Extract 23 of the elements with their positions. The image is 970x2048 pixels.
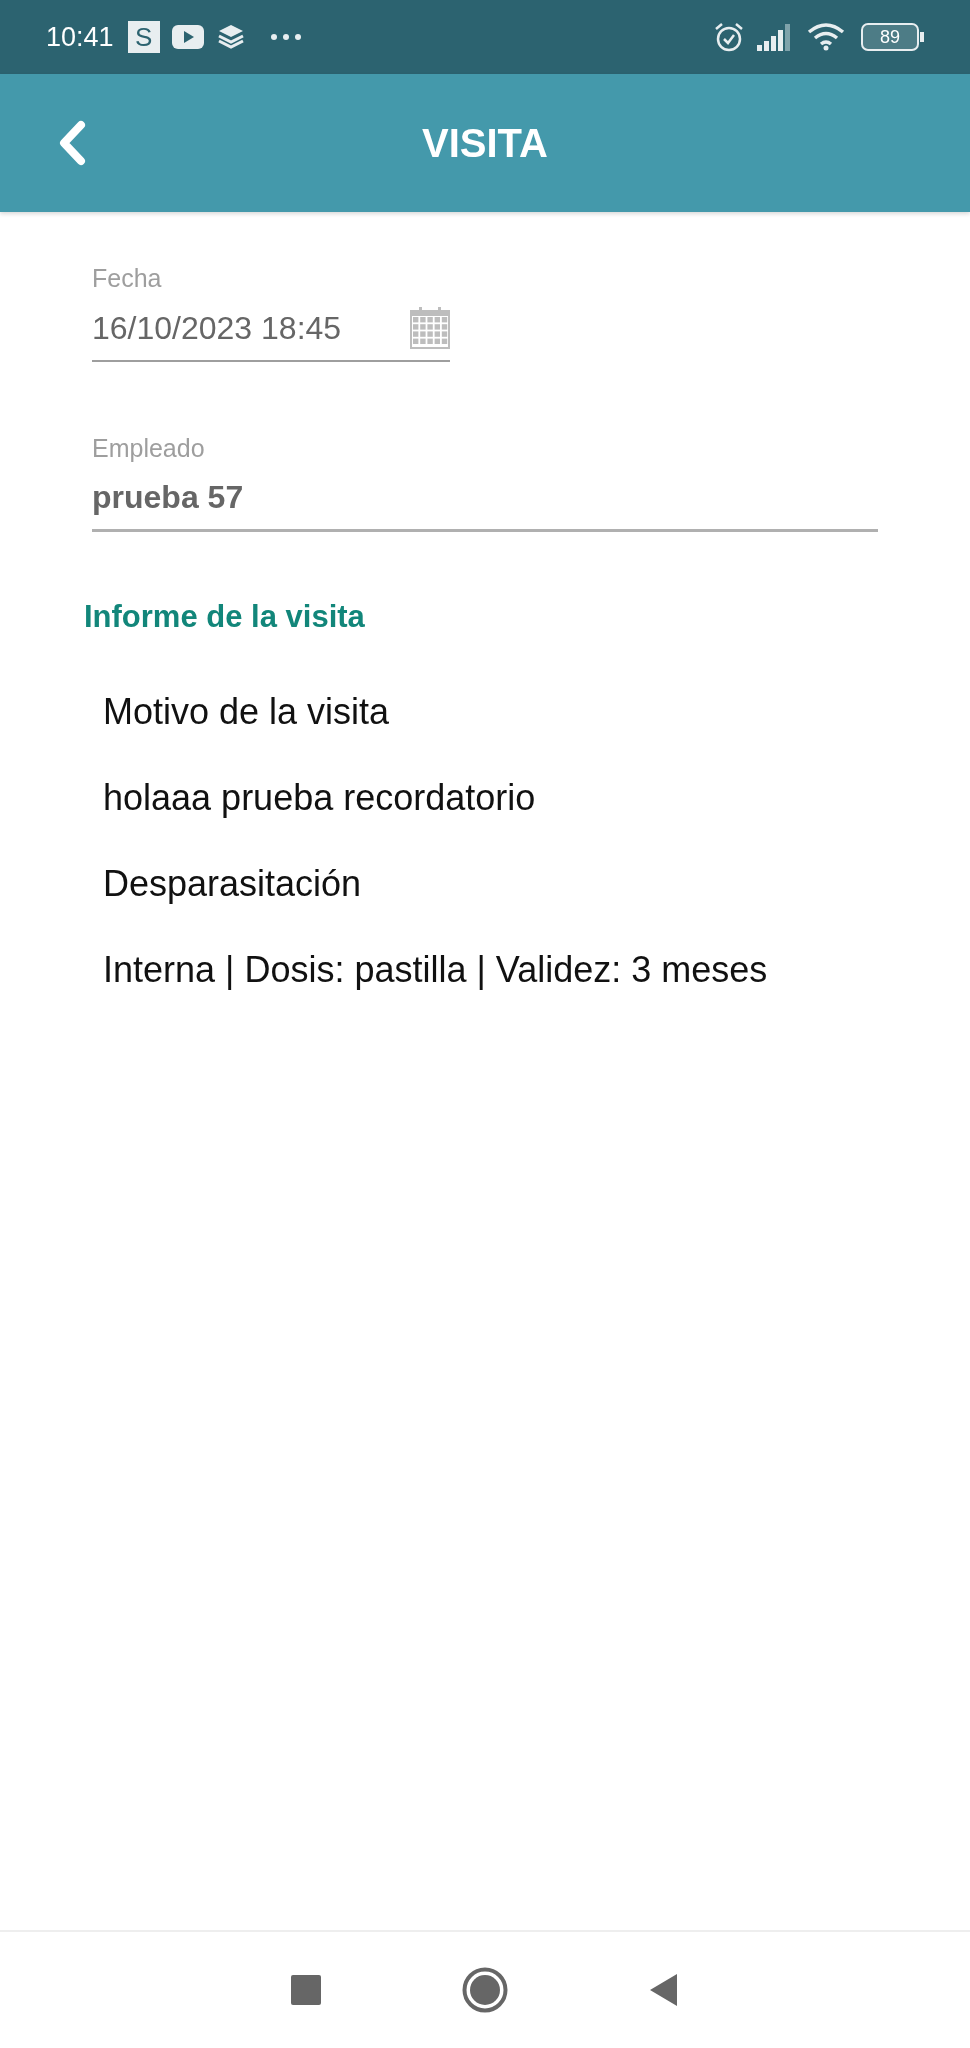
field-label: Empleado [92, 432, 206, 464]
report-line: Interna | Dosis: pastilla | Validez: 3 meses [102, 947, 769, 992]
home-icon[interactable] [462, 1967, 508, 2013]
back-icon [57, 120, 87, 166]
date-field[interactable]: 16/10/2023 18:45 [92, 303, 450, 362]
play-icon [171, 25, 204, 49]
app-notification-icon: S [127, 21, 160, 53]
back-nav-icon[interactable] [649, 1973, 680, 2007]
text-field[interactable]: prueba 57 [92, 473, 878, 532]
field-label: Fecha [92, 263, 163, 294]
more-icon [269, 33, 302, 41]
battery-icon: 89 [861, 23, 919, 51]
report-line: Desparasitación [102, 861, 363, 906]
page-title: VISITA [422, 120, 548, 167]
wifi-icon [807, 23, 845, 51]
report-line: holaaa prueba recordatorio [102, 775, 537, 820]
layers-icon [217, 24, 244, 50]
section-title: Informe de la visita [84, 598, 366, 636]
alarm-icon [713, 21, 745, 53]
status-time: 10:41 [46, 20, 114, 54]
recents-icon[interactable] [290, 1975, 321, 2005]
signal-icon [757, 23, 793, 51]
report-line: Motivo de la visita [102, 689, 391, 734]
